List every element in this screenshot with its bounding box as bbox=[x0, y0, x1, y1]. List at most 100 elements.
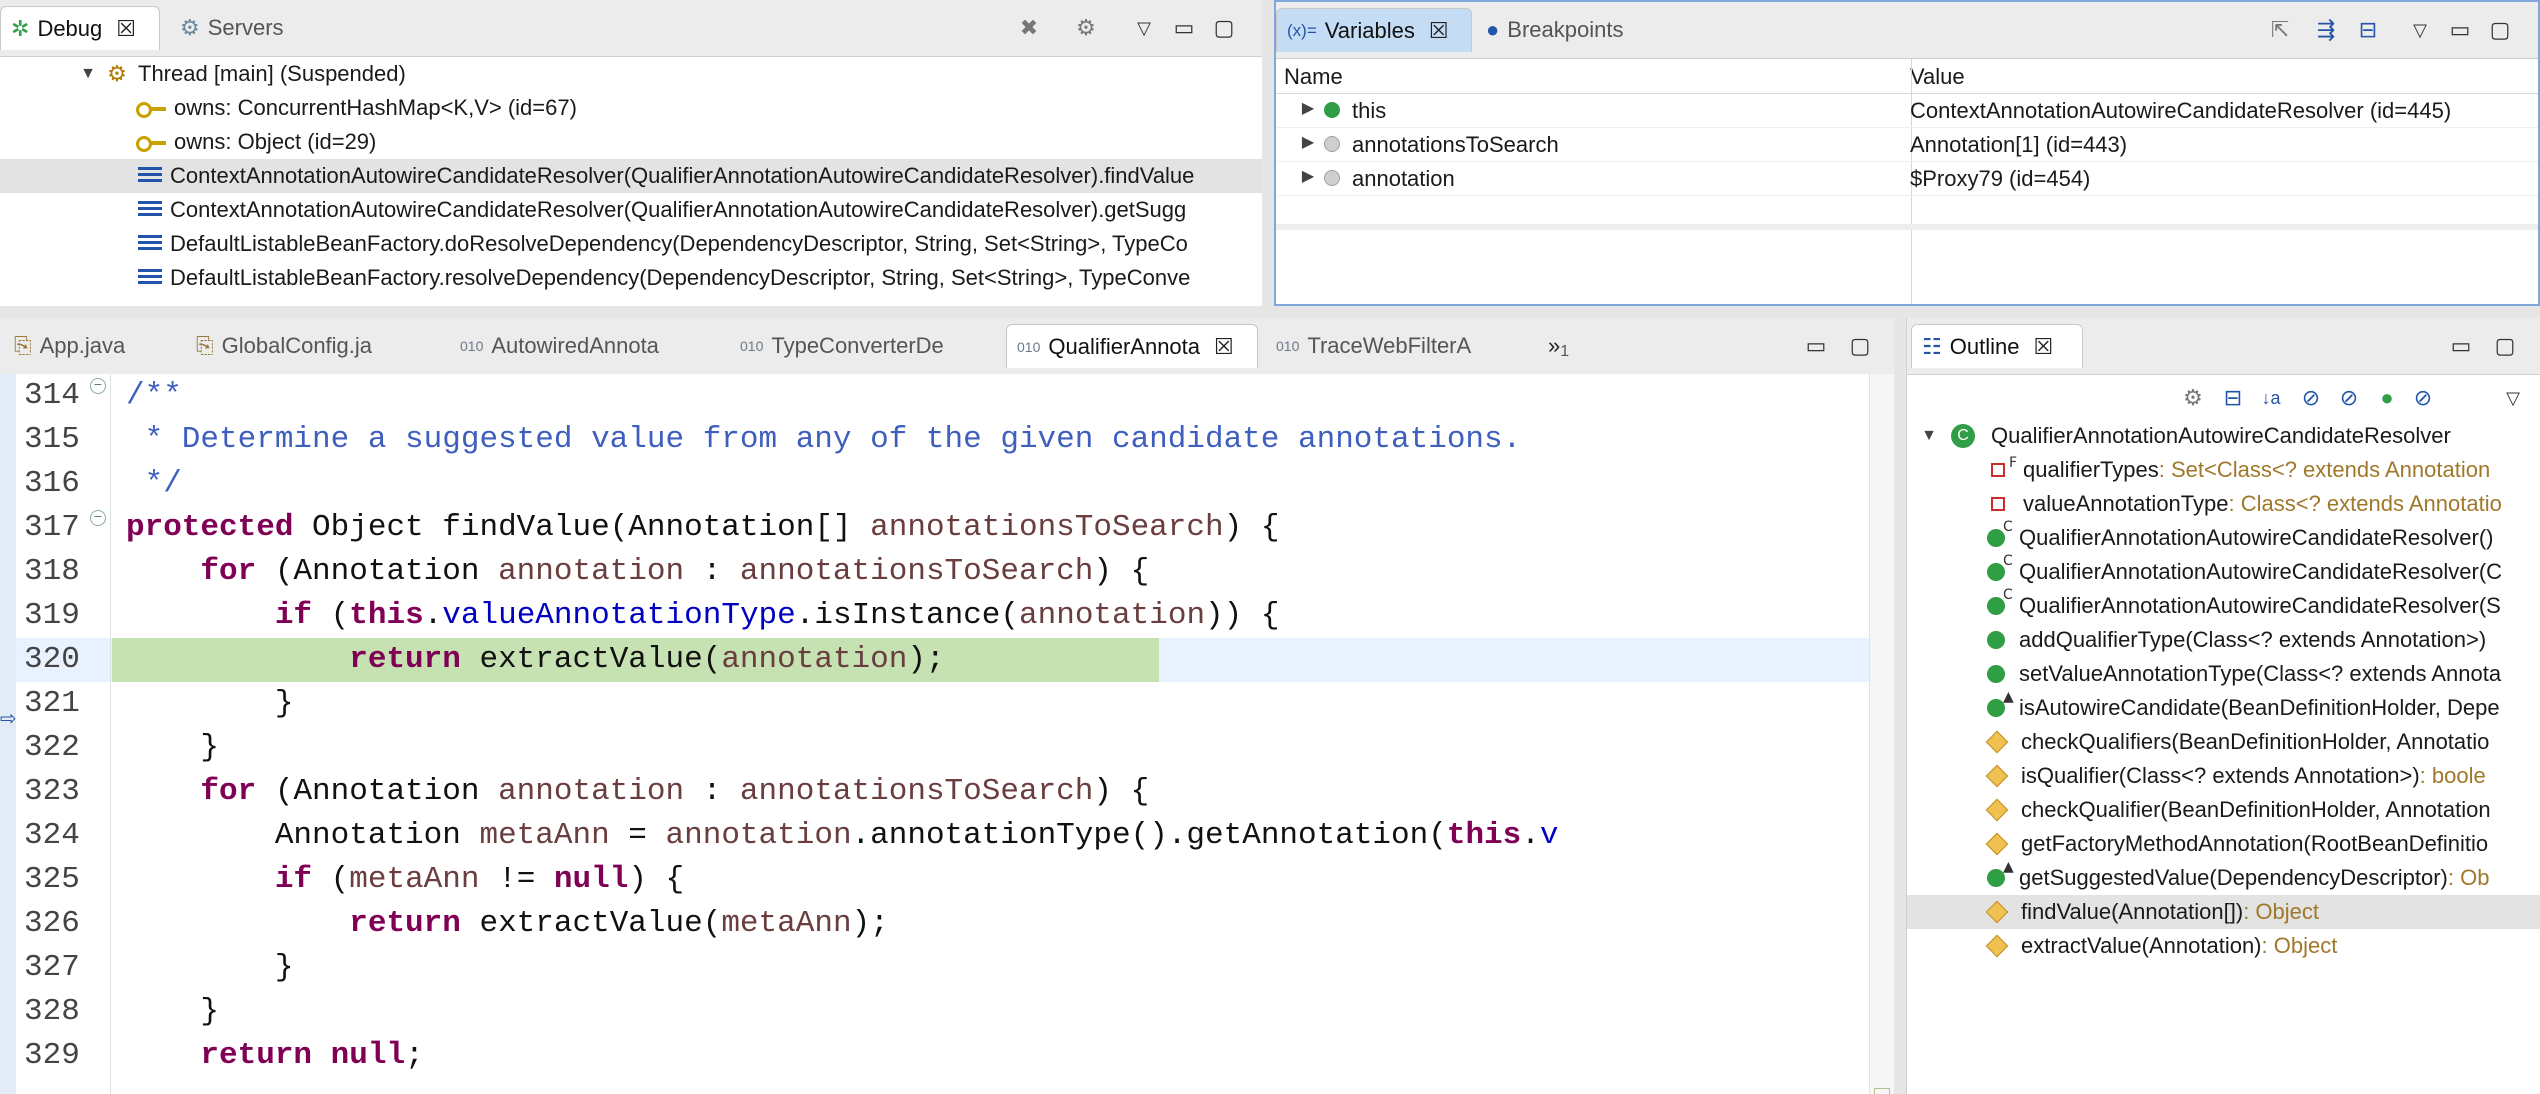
outline-member[interactable]: C QualifierAnnotationAutowireCandidateRes… bbox=[1907, 587, 2540, 623]
code-line[interactable]: 323 for (Annotation annotation : annotat… bbox=[0, 770, 1870, 814]
collapse-icon[interactable]: ▼ bbox=[1919, 427, 1939, 445]
minimize-icon[interactable]: ▭ bbox=[2447, 332, 2475, 360]
editor-tab-typeconverter[interactable]: 010 TypeConverterDe bbox=[730, 324, 1000, 368]
breakpoints-icon: ● bbox=[1486, 17, 1500, 42]
outline-member[interactable]: isQualifier(Class<? extends Annotation>)… bbox=[1907, 759, 2540, 793]
hide-static-icon[interactable]: ⊘ bbox=[2335, 384, 2363, 412]
variable-row[interactable]: ▶ annotationsToSearch Annotation[1] (id=… bbox=[1276, 127, 2538, 162]
editor-tab-overflow[interactable]: » 1 bbox=[1538, 324, 1588, 368]
code-token: this bbox=[349, 598, 424, 633]
maximize-icon[interactable]: ▢ bbox=[2491, 332, 2519, 360]
code-text: } bbox=[126, 946, 294, 990]
line-number: 314 bbox=[24, 378, 80, 413]
collapse-all-icon[interactable]: ⊟ bbox=[2354, 16, 2382, 44]
sort-icon[interactable]: ↓a bbox=[2257, 384, 2285, 412]
maximize-icon[interactable]: ▢ bbox=[1210, 14, 1238, 42]
tab-servers[interactable]: ⚙ Servers bbox=[170, 6, 320, 50]
code-line[interactable]: 322 } bbox=[0, 726, 1870, 770]
code-line[interactable]: 314− /** bbox=[0, 374, 1870, 418]
minimize-icon[interactable]: ▭ bbox=[1802, 332, 1830, 360]
code-area[interactable]: 314−/** 315 * Determine a suggested value… bbox=[0, 374, 1870, 1094]
expand-icon[interactable]: ▶ bbox=[1298, 98, 1318, 118]
code-line[interactable]: 319 if (this.valueAnnotationType.isInsta… bbox=[0, 594, 1870, 638]
outline-member[interactable]: setValueAnnotationType(Class<? extends A… bbox=[1907, 657, 2540, 691]
tab-breakpoints[interactable]: ● Breakpoints bbox=[1476, 8, 1676, 52]
editor-tab-tracewebfilter[interactable]: 010 TraceWebFilterA bbox=[1266, 324, 1516, 368]
code-line[interactable]: 318 for (Annotation annotation : annotat… bbox=[0, 550, 1870, 594]
collapse-all-icon[interactable]: ⊟ bbox=[2219, 384, 2247, 412]
expand-icon[interactable]: ▶ bbox=[1298, 132, 1318, 152]
view-menu-icon[interactable]: ▽ bbox=[2499, 384, 2527, 412]
code-line[interactable]: 316 */ bbox=[0, 462, 1870, 506]
column-name[interactable]: Name bbox=[1284, 64, 1343, 90]
variable-row[interactable]: ▶ annotation $Proxy79 (id=454) bbox=[1276, 161, 2538, 196]
annotation-ruler[interactable] bbox=[0, 374, 16, 1094]
code-line[interactable]: 315 * Determine a suggested value from a… bbox=[0, 418, 1870, 462]
close-icon[interactable]: ☒ bbox=[1214, 334, 1234, 360]
collapse-icon[interactable]: ▼ bbox=[78, 65, 98, 83]
code-line[interactable]: 328 } bbox=[0, 990, 1870, 1034]
code-line[interactable]: 327 } bbox=[0, 946, 1870, 990]
fold-toggle-icon[interactable]: − bbox=[90, 510, 106, 526]
remove-terminated-icon[interactable]: ✖ bbox=[1015, 14, 1043, 42]
column-value[interactable]: Value bbox=[1910, 64, 1965, 90]
outline-member[interactable]: FqualifierTypes : Set<Class<? extends An… bbox=[1907, 453, 2540, 487]
view-menu-icon[interactable]: ▽ bbox=[2406, 16, 2434, 44]
code-line[interactable]: 321 } bbox=[0, 682, 1870, 726]
member-modifier-badge: ▲ bbox=[2003, 859, 2014, 875]
expand-icon[interactable]: ▶ bbox=[1298, 166, 1318, 186]
outline-member[interactable]: ▲ getSuggestedValue(DependencyDescriptor)… bbox=[1907, 859, 2540, 895]
close-icon[interactable]: ☒ bbox=[1429, 18, 1449, 44]
outline-member[interactable]: C QualifierAnnotationAutowireCandidateRes… bbox=[1907, 553, 2540, 589]
outline-member[interactable]: extractValue(Annotation) : Object bbox=[1907, 929, 2540, 963]
close-icon[interactable]: ☒ bbox=[116, 16, 136, 42]
outline-member[interactable]: checkQualifier(BeanDefinitionHolder, Ann… bbox=[1907, 793, 2540, 827]
thread-node[interactable]: ▼ ⚙ Thread [main] (Suspended) bbox=[0, 57, 1262, 91]
editor-tab-app[interactable]: ⎘ App.java bbox=[4, 324, 184, 368]
tab-outline[interactable]: ☷ Outline ☒ bbox=[1911, 324, 2083, 368]
editor-tab-qualifier[interactable]: 010 QualifierAnnota ☒ bbox=[1006, 324, 1258, 368]
code-line[interactable]: 320 return extractValue(annotation); bbox=[0, 638, 1870, 682]
outline-member[interactable]: findValue(Annotation[]) : Object bbox=[1907, 895, 2540, 929]
view-menu-icon[interactable]: ▽ bbox=[1130, 14, 1158, 42]
minimize-icon[interactable]: ▭ bbox=[1170, 14, 1198, 42]
code-line[interactable]: 329 return null; bbox=[0, 1034, 1870, 1078]
editor-tab-globalconfig[interactable]: ⎘ GlobalConfig.ja bbox=[186, 324, 436, 368]
fold-toggle-icon[interactable]: − bbox=[90, 378, 106, 394]
stack-frame[interactable]: ContextAnnotationAutowireCandidateResolv… bbox=[0, 159, 1262, 193]
details-pane-divider[interactable] bbox=[1276, 224, 2538, 230]
monitor-item[interactable]: owns: Object (id=29) bbox=[0, 125, 1262, 159]
monitor-item[interactable]: owns: ConcurrentHashMap<K,V> (id=67) bbox=[0, 91, 1262, 125]
outline-member[interactable]: addQualifierType(Class<? extends Annotat… bbox=[1907, 623, 2540, 657]
outline-member[interactable]: checkQualifiers(BeanDefinitionHolder, An… bbox=[1907, 725, 2540, 759]
stack-frame[interactable]: DefaultListableBeanFactory.doResolveDepe… bbox=[0, 227, 1262, 261]
editor-scrollbar[interactable] bbox=[1869, 374, 1894, 1094]
code-line[interactable]: 317− protected Object findValue(Annotatio… bbox=[0, 506, 1870, 550]
code-line[interactable]: 326 return extractValue(metaAnn); bbox=[0, 902, 1870, 946]
hide-local-types-icon[interactable]: ⊘ bbox=[2409, 384, 2437, 412]
outline-member[interactable]: getFactoryMethodAnnotation(RootBeanDefin… bbox=[1907, 827, 2540, 861]
outline-class-node[interactable]: ▼ C QualifierAnnotationAutowireCandidate… bbox=[1907, 419, 2540, 453]
variable-row[interactable]: ▶ this ContextAnnotationAutowireCandidat… bbox=[1276, 93, 2538, 128]
tab-debug[interactable]: ✲ Debug ☒ bbox=[0, 6, 160, 50]
hide-non-public-icon[interactable]: ● bbox=[2373, 384, 2401, 412]
stack-frame[interactable]: ContextAnnotationAutowireCandidateResolv… bbox=[0, 193, 1262, 227]
outline-member[interactable]: C QualifierAnnotationAutowireCandidateRes… bbox=[1907, 519, 2540, 555]
maximize-icon[interactable]: ▢ bbox=[2486, 16, 2514, 44]
show-type-names-icon[interactable]: ⇱ bbox=[2266, 16, 2294, 44]
outline-member[interactable]: valueAnnotationType : Class<? extends An… bbox=[1907, 487, 2540, 521]
focus-icon[interactable]: ⚙ bbox=[2179, 384, 2207, 412]
use-step-filters-icon[interactable]: ⚙ bbox=[1072, 14, 1100, 42]
expand-all-icon[interactable]: ⇶ bbox=[2312, 16, 2340, 44]
tab-variables[interactable]: (x)= Variables ☒ bbox=[1276, 8, 1472, 52]
maximize-icon[interactable]: ▢ bbox=[1846, 332, 1874, 360]
code-line[interactable]: 325 if (metaAnn != null) { bbox=[0, 858, 1870, 902]
stack-frame[interactable]: DefaultListableBeanFactory.resolveDepend… bbox=[0, 261, 1262, 295]
minimize-icon[interactable]: ▭ bbox=[2446, 16, 2474, 44]
close-icon[interactable]: ☒ bbox=[2033, 334, 2053, 360]
editor-tab-autowired[interactable]: 010 AutowiredAnnota bbox=[450, 324, 720, 368]
code-line[interactable]: 324 Annotation metaAnn = annotation.anno… bbox=[0, 814, 1870, 858]
outline-member[interactable]: ▲ isAutowireCandidate(BeanDefinitionHolde… bbox=[1907, 689, 2540, 725]
line-number: 318 bbox=[24, 554, 80, 589]
hide-fields-icon[interactable]: ⊘ bbox=[2297, 384, 2325, 412]
